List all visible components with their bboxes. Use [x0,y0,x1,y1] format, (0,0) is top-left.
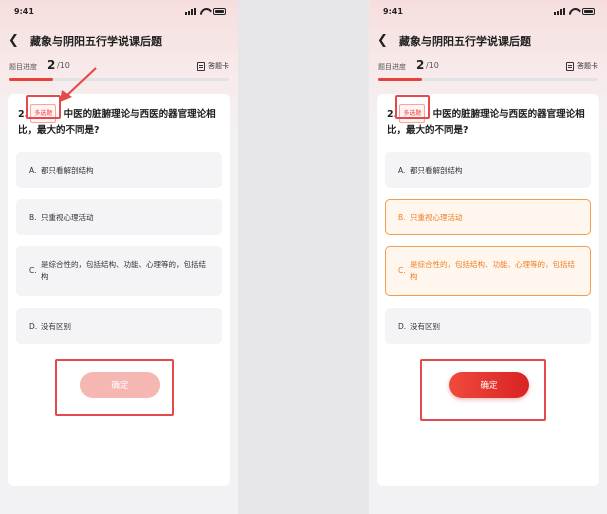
option-text: 只重视心理活动 [410,212,463,222]
progress-fill [9,78,53,81]
option-c[interactable]: C. 是综合性的，包括结构、功能、心理等的，包括结构 [16,246,222,296]
status-icons [554,8,595,15]
phone-after: 9:41 ❮ 藏象与阴阳五行学说课后题 题目进度 2 /10 答题卡 2. 多选… [369,0,607,514]
nav-bar: ❮ 藏象与阴阳五行学说课后题 [377,31,599,51]
option-text: 是综合性的，包括结构、功能、心理等的，包括结构 [410,260,575,281]
option-c-selected[interactable]: C. 是综合性的，包括结构、功能、心理等的，包括结构 [385,246,591,296]
status-time: 9:41 [383,7,403,16]
status-time: 9:41 [14,7,34,16]
phone-before: 9:41 ❮ 藏象与阴阳五行学说课后题 题目进度 2 /10 答题卡 2. 多选… [0,0,238,514]
option-key: B. [29,212,37,222]
option-text: 都只看解剖结构 [41,165,94,175]
signal-icon [185,8,196,15]
option-key: A. [398,165,406,175]
option-key: D. [398,321,407,331]
answer-sheet-button[interactable]: 答题卡 [566,61,598,71]
question-card: 2. 多选题 中医的脏腑理论与西医的器官理论相比，最大的不同是? A. 都只看解剖… [377,94,599,486]
progress-row: 题目进度 2 /10 答题卡 [9,58,229,74]
answer-sheet-icon [197,61,205,71]
progress-fill [378,78,422,81]
progress-row: 题目进度 2 /10 答题卡 [378,58,598,74]
page-title: 藏象与阴阳五行学说课后题 [30,35,162,48]
signal-icon [554,8,565,15]
comparison-canvas: 9:41 ❮ 藏象与阴阳五行学说课后题 题目进度 2 /10 答题卡 2. 多选… [0,0,607,514]
battery-icon [213,8,226,15]
progress-total: /10 [426,61,439,70]
option-d[interactable]: D. 没有区别 [385,308,591,344]
option-key: C. [29,266,37,275]
wifi-icon [200,8,209,15]
button-highlight-box [55,359,174,416]
answer-sheet-button[interactable]: 答题卡 [197,61,229,71]
back-icon[interactable]: ❮ [8,33,22,49]
arrow-icon [60,67,97,102]
option-text: 只重视心理活动 [41,212,94,222]
option-text: 是综合性的，包括结构、功能、心理等的，包括结构 [41,260,206,281]
nav-bar: ❮ 藏象与阴阳五行学说课后题 [8,31,230,51]
status-bar: 9:41 [383,7,595,19]
option-a[interactable]: A. 都只看解剖结构 [385,152,591,188]
progress-label: 题目进度 [378,63,406,71]
wifi-icon [569,8,578,15]
tag-highlight-box [395,95,430,119]
option-text: 没有区别 [410,321,440,331]
progress-current: 2 [416,58,425,72]
option-key: A. [29,165,37,175]
option-key: D. [29,321,38,331]
option-b[interactable]: B. 只重视心理活动 [16,199,222,235]
option-text: 都只看解剖结构 [410,165,463,175]
option-b-selected[interactable]: B. 只重视心理活动 [385,199,591,235]
answer-sheet-label: 答题卡 [208,62,229,70]
progress-bar [9,78,229,81]
question-card: 2. 多选题 中医的脏腑理论与西医的器官理论相比，最大的不同是? A. 都只看解剖… [8,94,230,486]
option-text: 没有区别 [41,321,71,331]
answer-sheet-label: 答题卡 [577,62,598,70]
battery-icon [582,8,595,15]
option-key: B. [398,212,406,222]
button-highlight-box [420,359,546,421]
divider-area [238,0,368,514]
status-icons [185,8,226,15]
back-icon[interactable]: ❮ [377,33,391,49]
option-a[interactable]: A. 都只看解剖结构 [16,152,222,188]
progress-label: 题目进度 [9,63,37,71]
page-title: 藏象与阴阳五行学说课后题 [399,35,531,48]
option-key: C. [398,266,406,275]
option-d[interactable]: D. 没有区别 [16,308,222,344]
status-bar: 9:41 [14,7,226,19]
progress-bar [378,78,598,81]
answer-sheet-icon [566,61,574,71]
